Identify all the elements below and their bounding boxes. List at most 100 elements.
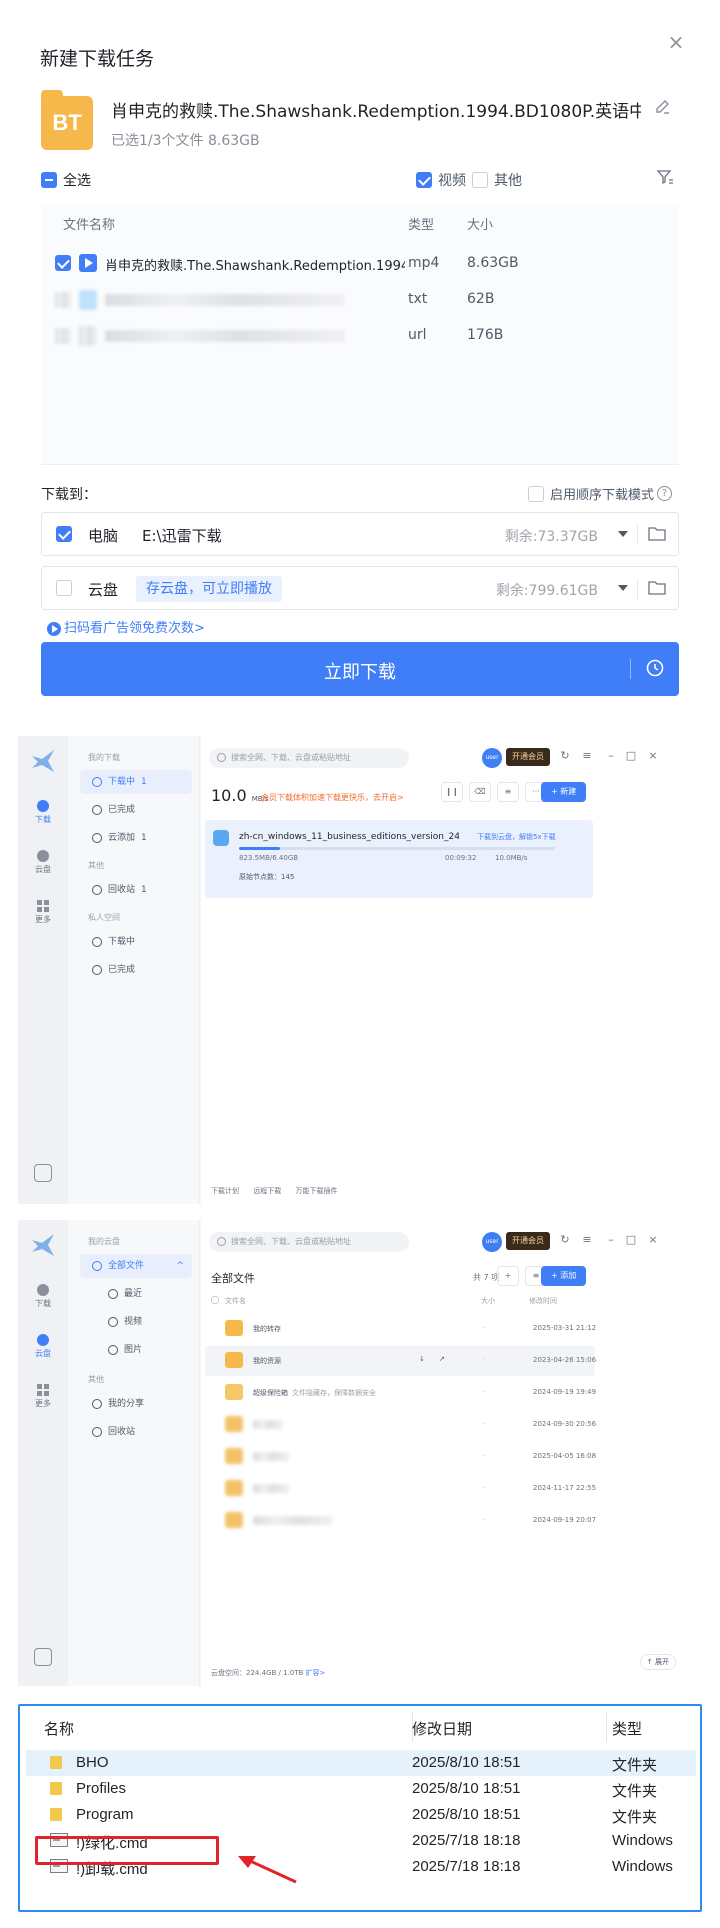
maximize-icon[interactable]: □ bbox=[625, 750, 637, 762]
refresh-icon[interactable]: ↻ bbox=[559, 750, 571, 762]
search-input[interactable]: 搜索全网、下载、云盘或粘贴地址 bbox=[209, 748, 409, 768]
expand-storage-link[interactable]: 扩容> bbox=[306, 1669, 326, 1677]
sort-button[interactable]: ≡ bbox=[497, 782, 519, 802]
rail-more[interactable]: 更多 bbox=[18, 900, 68, 925]
file-checkbox[interactable] bbox=[55, 328, 71, 344]
rail-download[interactable]: 下载 bbox=[18, 1284, 68, 1309]
sidebar-item-trash[interactable]: 回收站 bbox=[80, 1420, 192, 1444]
sidebar-item-recent[interactable]: 最近 bbox=[80, 1282, 192, 1306]
col-modified[interactable]: 修改时间 bbox=[529, 1296, 557, 1306]
pause-all-button[interactable]: ❙❙ bbox=[441, 782, 463, 802]
menu-icon[interactable]: ≡ bbox=[581, 1234, 593, 1246]
select-all-checkbox[interactable]: 全选 bbox=[41, 170, 91, 190]
sidebar-item-trash[interactable]: 回收站 1 bbox=[80, 878, 192, 902]
expand-button[interactable]: ↑ 展开 bbox=[639, 1654, 676, 1670]
filter-video-checkbox[interactable]: 视频 bbox=[416, 170, 466, 190]
chevron-down-icon[interactable] bbox=[618, 531, 628, 537]
add-button[interactable]: + 添加 bbox=[541, 1266, 587, 1286]
minimize-icon[interactable]: – bbox=[605, 1234, 617, 1246]
minimize-icon[interactable]: – bbox=[605, 750, 617, 762]
menu-icon[interactable]: ≡ bbox=[581, 750, 593, 762]
dest-pc-checkbox[interactable] bbox=[56, 526, 72, 542]
list-item[interactable]: - 2024-11-17 22:55 bbox=[205, 1474, 597, 1504]
file-checkbox[interactable] bbox=[55, 255, 71, 271]
filter-funnel-icon[interactable] bbox=[656, 168, 674, 186]
file-row[interactable]: txt 62B bbox=[41, 282, 679, 318]
maximize-icon[interactable]: □ bbox=[625, 1234, 637, 1246]
file-checkbox[interactable] bbox=[55, 292, 71, 308]
remote-download-link[interactable]: 远程下载 bbox=[253, 1187, 281, 1195]
search-input[interactable]: 搜索全网、下载、云盘或粘贴地址 bbox=[209, 1232, 409, 1252]
rail-download[interactable]: 下载 bbox=[18, 800, 68, 825]
sidebar-item-all-files[interactable]: 全部文件 ^ bbox=[80, 1254, 192, 1278]
vip-button[interactable]: 开通会员 bbox=[506, 1232, 550, 1250]
share-icon[interactable]: ↗ bbox=[439, 1355, 445, 1363]
ad-free-link-text: 扫码看广告领免费次数> bbox=[64, 621, 205, 636]
download-plan-link[interactable]: 下载计划 bbox=[211, 1187, 239, 1195]
item-name: 我的资源 bbox=[253, 1357, 281, 1365]
close-icon[interactable]: × bbox=[666, 32, 686, 52]
list-item[interactable]: 我的转存 - 2025-03-31 21:12 bbox=[205, 1314, 596, 1344]
col-modified[interactable]: 修改日期 bbox=[412, 1718, 472, 1739]
rail-more[interactable]: 更多 bbox=[18, 1384, 68, 1409]
task-cloud-hint[interactable]: 下载到云盘，解锁5x下载 bbox=[477, 832, 556, 842]
edit-icon[interactable] bbox=[654, 98, 672, 116]
close-icon[interactable]: × bbox=[647, 1234, 659, 1246]
dest-cloud-option[interactable]: 云盘 存云盘，可立即播放 剩余:799.61GB bbox=[41, 566, 679, 610]
schedule-clock-icon[interactable] bbox=[645, 658, 665, 678]
download-task-row[interactable]: zh-cn_windows_11_business_editions_versi… bbox=[205, 820, 593, 898]
ad-free-link[interactable]: 扫码看广告领免费次数> bbox=[47, 617, 205, 636]
sidebar-item-downloading[interactable]: 下载中 1 bbox=[80, 770, 192, 794]
dest-pc-option[interactable]: 电脑 E:\迅雷下载 剩余:73.37GB bbox=[41, 512, 679, 556]
rail-cloud[interactable]: 云盘 bbox=[18, 1334, 68, 1359]
col-type[interactable]: 类型 bbox=[612, 1718, 642, 1739]
list-item[interactable]: - 2024-09-30 20:56 bbox=[205, 1410, 596, 1440]
folder-icon[interactable] bbox=[648, 525, 666, 541]
speed-hint-link[interactable]: 会员下载体积加速下载更快乐，去开启> bbox=[261, 792, 404, 803]
sidebar-item-count: 1 bbox=[141, 777, 147, 787]
folder-icon[interactable] bbox=[648, 579, 666, 595]
avatar[interactable]: user bbox=[482, 1232, 502, 1252]
col-name[interactable]: 名称 bbox=[44, 1718, 74, 1739]
sidebar-item-images[interactable]: 图片 bbox=[80, 1338, 192, 1362]
new-folder-button[interactable]: + bbox=[497, 1266, 519, 1286]
sidebar-item-completed[interactable]: 已完成 bbox=[80, 798, 192, 822]
sidebar-item-private-downloading[interactable]: 下载中 bbox=[80, 930, 192, 954]
file-row[interactable]: 肖申克的救赎.The.Shawshank.Redemption.1994.BD1… bbox=[41, 246, 679, 282]
chevron-up-icon[interactable]: ^ bbox=[176, 1254, 184, 1278]
delete-button[interactable]: ⌫ bbox=[469, 782, 491, 802]
refresh-icon[interactable]: ↻ bbox=[559, 1234, 571, 1246]
help-icon[interactable]: ? bbox=[657, 486, 673, 501]
list-item[interactable]: BHO 2025/8/10 18:51 文件夹 bbox=[26, 1750, 696, 1776]
list-item[interactable]: Profiles 2025/8/10 18:51 文件夹 bbox=[26, 1776, 696, 1802]
file-row[interactable]: url 176B bbox=[41, 318, 679, 354]
filter-other-checkbox[interactable]: 其他 bbox=[472, 170, 522, 190]
sidebar-item-videos[interactable]: 视频 bbox=[80, 1310, 192, 1334]
sidebar-item-cloud-added[interactable]: 云添加 1 bbox=[80, 826, 192, 850]
download-icon[interactable]: ↓ bbox=[419, 1355, 425, 1363]
col-name[interactable]: 文件名 bbox=[225, 1296, 246, 1306]
sidebar-item-private-completed[interactable]: 已完成 bbox=[80, 958, 192, 982]
list-item[interactable]: 我的资源 ↓ ↗ - 2023-04-26 15:06 bbox=[205, 1346, 596, 1376]
list-item[interactable]: Program 2025/8/10 18:51 文件夹 bbox=[26, 1802, 696, 1828]
close-icon[interactable]: × bbox=[647, 750, 659, 762]
sidebar-item-my-share[interactable]: 我的分享 bbox=[80, 1392, 192, 1416]
task-size: 823.5MB/6.40GB bbox=[239, 854, 299, 862]
mini-mode-icon[interactable] bbox=[34, 1648, 52, 1666]
item-date: 2024-11-17 22:55 bbox=[533, 1484, 597, 1492]
list-item[interactable]: - 2025-04-05 16:08 bbox=[205, 1442, 596, 1472]
plugin-link[interactable]: 万能下载插件 bbox=[295, 1187, 337, 1195]
new-task-button[interactable]: + 新建 bbox=[541, 782, 587, 802]
sequential-mode-checkbox[interactable]: 启用顺序下载模式? bbox=[528, 484, 673, 503]
download-now-button[interactable]: 立即下载 bbox=[41, 642, 679, 696]
rail-cloud[interactable]: 云盘 bbox=[18, 850, 68, 875]
list-item[interactable]: - 2024-09-19 20:07 bbox=[205, 1506, 596, 1536]
section-private-space: 私人空间 bbox=[88, 913, 120, 922]
vip-button[interactable]: 开通会员 bbox=[506, 748, 550, 766]
col-size[interactable]: 大小 bbox=[481, 1296, 495, 1306]
avatar[interactable]: user bbox=[482, 748, 502, 768]
mini-mode-icon[interactable] bbox=[34, 1164, 52, 1182]
dest-cloud-checkbox[interactable] bbox=[56, 580, 72, 596]
chevron-down-icon[interactable] bbox=[618, 585, 628, 591]
list-item[interactable]: 超级保险箱 文件隐藏存，保障数据安全 - 2024-09-19 19:49 bbox=[205, 1378, 596, 1408]
